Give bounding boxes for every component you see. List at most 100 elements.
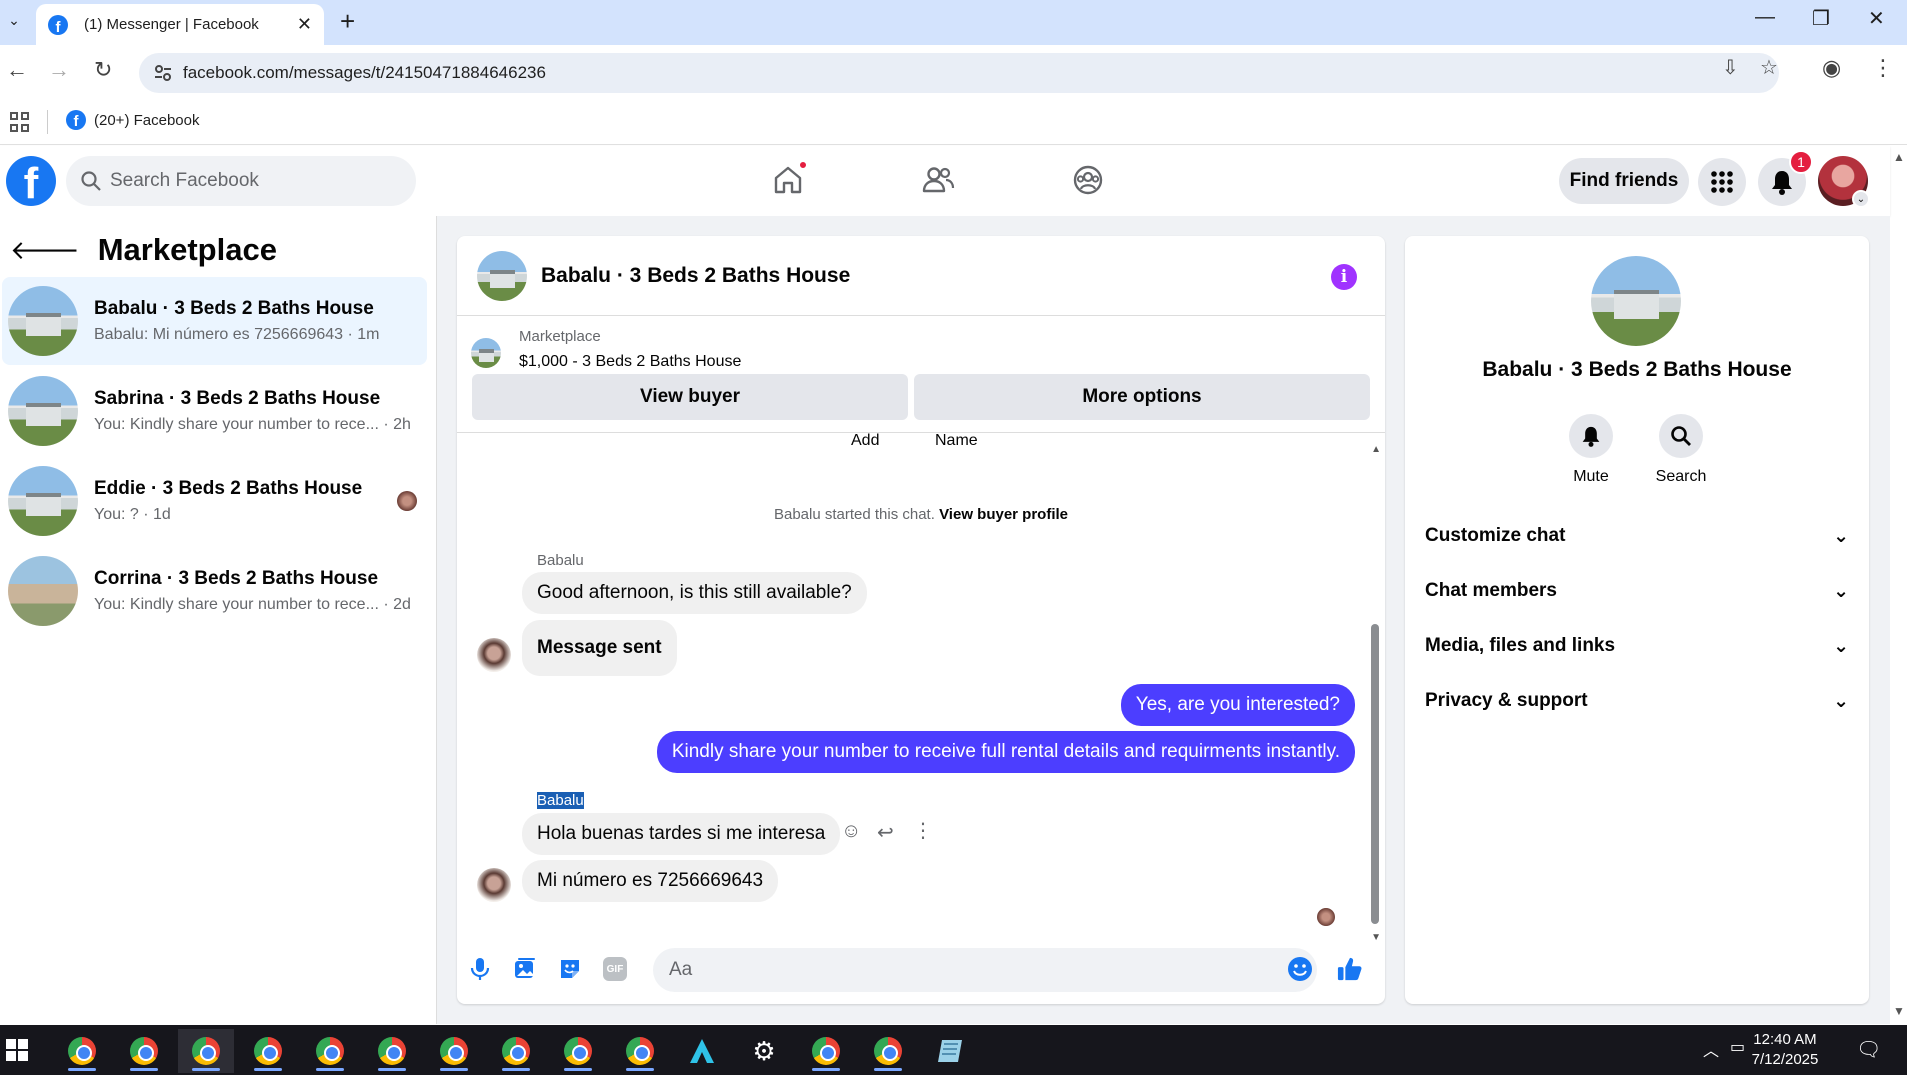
chat-info-panel: Babalu · 3 Beds 2 Baths House Mute Searc… — [1405, 236, 1869, 1004]
microphone-icon[interactable] — [467, 956, 493, 982]
privacy-support-section[interactable]: Privacy & support ⌄ — [1425, 683, 1849, 719]
taskbar-app-arc[interactable] — [674, 1029, 730, 1073]
taskbar-clock[interactable]: 12:40 AM 7/12/2025 — [1740, 1030, 1830, 1070]
tab-search-chevron-icon[interactable]: ⌄ — [0, 2, 28, 38]
outgoing-message[interactable]: Kindly share your number to receive full… — [656, 731, 1355, 773]
sticker-icon[interactable] — [557, 956, 583, 982]
taskbar-chrome-window[interactable] — [240, 1029, 296, 1073]
bookmark-facebook[interactable]: f (20+) Facebook — [66, 110, 199, 130]
chat-title[interactable]: Babalu · 3 Beds 2 Baths House — [541, 264, 850, 288]
taskbar-chrome-window[interactable] — [116, 1029, 172, 1073]
more-options-button[interactable]: More options — [914, 374, 1370, 420]
taskbar-chrome-window[interactable] — [488, 1029, 544, 1073]
conversation-name: Eddie · 3 Beds 2 Baths House — [94, 478, 363, 499]
site-info-icon[interactable] — [153, 63, 173, 83]
reload-icon[interactable]: ↻ — [94, 57, 112, 83]
info-icon[interactable]: i — [1331, 264, 1357, 290]
customize-chat-section[interactable]: Customize chat ⌄ — [1425, 518, 1849, 554]
taskbar-chrome-window[interactable] — [54, 1029, 110, 1073]
forward-arrow-icon[interactable]: → — [48, 57, 70, 83]
app-a-icon — [690, 1039, 714, 1063]
taskbar-chrome-window[interactable] — [612, 1029, 668, 1073]
incoming-message[interactable]: Good afternoon, is this still available? — [522, 572, 867, 614]
conversation-item[interactable]: Eddie · 3 Beds 2 Baths House You: ? · 1d — [2, 457, 427, 545]
address-bar[interactable]: facebook.com/messages/t/2415047188464623… — [139, 53, 1779, 93]
search-action[interactable]: Search — [1641, 414, 1721, 486]
clock-date: 7/12/2025 — [1751, 1051, 1819, 1068]
incoming-message[interactable]: Hola buenas tardes si me interesa — [522, 813, 841, 855]
profile-icon[interactable]: ◉ — [1822, 55, 1841, 81]
taskbar-chrome-window-active[interactable] — [178, 1029, 234, 1073]
taskbar-notes-app[interactable] — [922, 1029, 978, 1073]
page-scroll-down-icon[interactable]: ▼ — [1893, 1004, 1905, 1018]
listing-title[interactable]: $1,000 - 3 Beds 2 Baths House — [519, 353, 741, 371]
conversation-item[interactable]: Babalu · 3 Beds 2 Baths House Babalu: Mi… — [2, 277, 427, 365]
groups-nav-icon[interactable] — [1068, 160, 1108, 200]
back-arrow-icon[interactable]: ← — [6, 57, 28, 83]
apps-grid-icon[interactable] — [10, 112, 30, 132]
restore-icon[interactable]: ❐ — [1812, 6, 1830, 31]
reply-icon[interactable]: ↩ — [877, 820, 894, 845]
view-buyer-button[interactable]: View buyer — [472, 374, 908, 420]
react-emoji-icon[interactable]: ☺ — [841, 820, 861, 843]
browser-tab-messenger[interactable]: f (1) Messenger | Facebook ✕ — [36, 4, 324, 45]
friends-nav-icon[interactable] — [918, 160, 958, 200]
panel-title: Marketplace — [97, 232, 277, 267]
new-tab-plus-icon[interactable]: + — [340, 6, 355, 37]
taskbar-chrome-window[interactable] — [798, 1029, 854, 1073]
menu-grid-icon — [1711, 171, 1733, 193]
outgoing-message[interactable]: Yes, are you interested? — [1120, 684, 1355, 726]
scroll-up-arrow-icon[interactable]: ▲ — [1371, 444, 1381, 455]
browser-menu-icon[interactable]: ⋮ — [1872, 55, 1894, 81]
taskbar-chrome-window[interactable] — [426, 1029, 482, 1073]
chat-profile-thumbnail[interactable] — [1591, 256, 1681, 346]
bookmark-star-icon[interactable]: ☆ — [1760, 55, 1778, 80]
taskbar-chrome-window[interactable] — [364, 1029, 420, 1073]
install-app-icon[interactable]: ⇩ — [1722, 55, 1739, 80]
find-friends-button[interactable]: Find friends — [1559, 158, 1689, 204]
view-buyer-profile-link[interactable]: View buyer profile — [939, 506, 1068, 523]
account-chevron-icon[interactable]: ⌄ — [1852, 190, 1870, 208]
conversation-item[interactable]: Corrina · 3 Beds 2 Baths House You: Kind… — [2, 547, 427, 635]
page-scroll-up-icon[interactable]: ▲ — [1893, 150, 1905, 164]
notifications-center-icon[interactable]: 🗨 — [1856, 1037, 1881, 1062]
mute-action[interactable]: Mute — [1551, 414, 1631, 486]
facebook-search[interactable] — [66, 156, 416, 206]
chrome-icon — [68, 1037, 96, 1065]
sender-avatar[interactable] — [477, 638, 511, 672]
photo-icon[interactable] — [512, 956, 538, 982]
windows-start-icon[interactable] — [6, 1039, 28, 1061]
conversation-item[interactable]: Sabrina · 3 Beds 2 Baths House You: Kind… — [2, 367, 427, 455]
media-files-links-section[interactable]: Media, files and links ⌄ — [1425, 628, 1849, 664]
facebook-search-input[interactable] — [110, 170, 390, 192]
minimize-icon[interactable]: — — [1755, 6, 1775, 29]
home-nav-icon[interactable] — [768, 160, 808, 200]
friends-icon — [922, 167, 955, 193]
back-arrow-icon[interactable]: 🡐 — [10, 235, 80, 266]
taskbar-chrome-window[interactable] — [860, 1029, 916, 1073]
taskbar-chrome-window[interactable] — [550, 1029, 606, 1073]
menu-grid-button[interactable] — [1698, 158, 1746, 206]
tray-overflow-chevron-icon[interactable]: ︿ — [1703, 1037, 1719, 1061]
more-actions-icon[interactable]: ⋮ — [913, 818, 933, 843]
notification-badge: 1 — [1789, 150, 1813, 174]
window-close-icon[interactable]: ✕ — [1868, 6, 1885, 31]
chat-members-section[interactable]: Chat members ⌄ — [1425, 573, 1849, 609]
gif-icon[interactable]: GIF — [602, 956, 628, 982]
taskbar-chrome-window[interactable] — [302, 1029, 358, 1073]
conversation-preview: You: ? · 1d — [94, 506, 171, 523]
sender-avatar[interactable] — [477, 868, 511, 902]
chat-scroll-thumb[interactable] — [1371, 624, 1379, 924]
facebook-logo-icon[interactable]: f — [6, 156, 56, 206]
taskbar-settings[interactable]: ⚙ — [736, 1029, 792, 1073]
chat-listing-thumbnail[interactable] — [477, 250, 527, 301]
search-icon — [81, 171, 101, 191]
incoming-message[interactable]: Mi número es 7256669643 — [522, 860, 779, 902]
settings-gear-icon: ⚙ — [752, 1035, 776, 1066]
incoming-message[interactable]: Message sent — [522, 620, 677, 676]
like-thumbs-up-icon[interactable] — [1337, 956, 1363, 982]
emoji-icon[interactable] — [1287, 956, 1313, 982]
browser-toolbar: ← → ↻ facebook.com/messages/t/2415047188… — [0, 45, 1907, 100]
tab-close-icon[interactable]: ✕ — [297, 14, 312, 35]
message-input[interactable] — [653, 948, 1317, 992]
